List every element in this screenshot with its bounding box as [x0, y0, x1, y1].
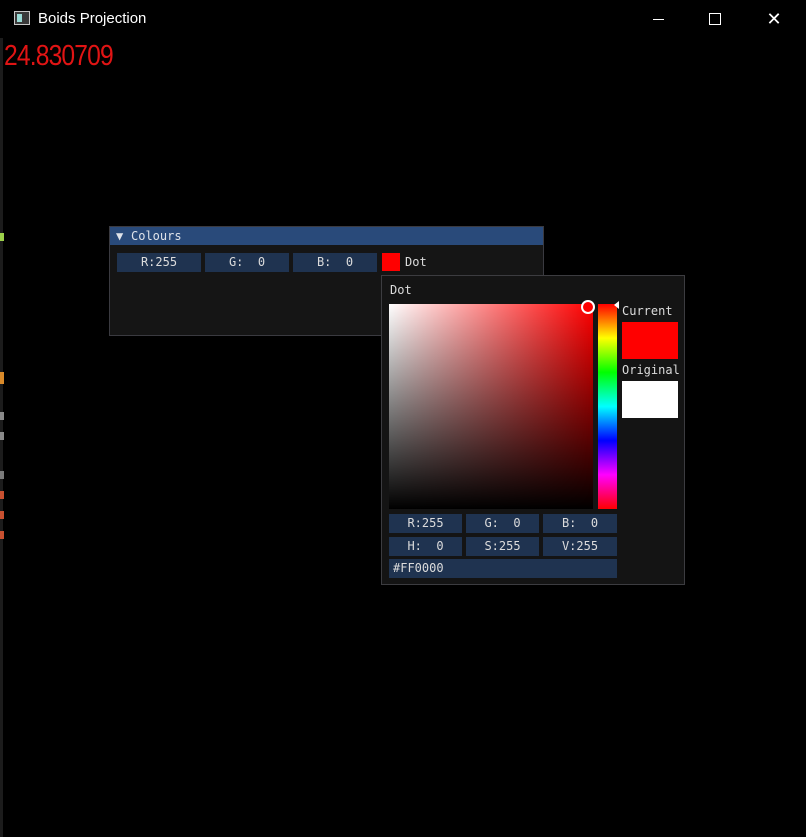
picker-blue-field[interactable]: B: 0	[543, 514, 617, 533]
window-title: Boids Projection	[38, 10, 147, 27]
clipped-fragment	[0, 432, 4, 440]
dot-color-label: Dot	[405, 255, 427, 269]
clipped-fragment	[0, 372, 4, 384]
picker-hue-field[interactable]: H: 0	[389, 537, 462, 556]
blue-field[interactable]: B: 0	[293, 253, 377, 272]
clipped-fragment	[0, 412, 4, 420]
colours-window-header[interactable]: ▼ Colours	[110, 227, 543, 245]
title-bar[interactable]: Boids Projection ✕	[0, 0, 806, 38]
clipped-fragment	[0, 233, 4, 241]
clipped-fragment	[0, 511, 4, 519]
hue-slider[interactable]	[598, 304, 617, 509]
picker-green-field[interactable]: G: 0	[466, 514, 539, 533]
picker-red-field[interactable]: R:255	[389, 514, 462, 533]
current-color-swatch	[622, 322, 678, 359]
clipped-fragment	[0, 471, 4, 479]
fps-counter: 24.830709	[4, 40, 114, 72]
hex-input[interactable]: #FF0000	[389, 559, 617, 578]
minimize-button[interactable]	[629, 0, 687, 38]
current-color-label: Current	[622, 304, 673, 318]
maximize-button[interactable]	[686, 0, 744, 38]
original-color-label: Original	[622, 363, 680, 377]
dot-color-swatch[interactable]	[382, 253, 400, 271]
maximize-icon	[709, 13, 721, 25]
clipped-fragment	[0, 491, 4, 499]
close-icon: ✕	[766, 8, 782, 30]
minimize-icon	[652, 18, 664, 20]
close-button[interactable]: ✕	[745, 0, 803, 38]
clipped-fragment	[0, 531, 4, 539]
picker-saturation-field[interactable]: S:255	[466, 537, 539, 556]
collapse-arrow-icon[interactable]: ▼	[116, 227, 123, 245]
picker-value-field[interactable]: V:255	[543, 537, 617, 556]
picker-title: Dot	[390, 283, 412, 297]
green-field[interactable]: G: 0	[205, 253, 289, 272]
hue-slider-arrow-icon[interactable]	[614, 301, 619, 309]
original-color-swatch[interactable]	[622, 381, 678, 418]
colours-window-title: Colours	[131, 229, 182, 243]
sv-picker-cursor[interactable]	[581, 300, 595, 314]
saturation-value-square[interactable]	[389, 304, 593, 509]
red-field[interactable]: R:255	[117, 253, 201, 272]
color-picker-popup[interactable]: Dot Current Original R:255 G: 0 B: 0 H: …	[381, 275, 685, 585]
app-icon	[14, 11, 30, 25]
